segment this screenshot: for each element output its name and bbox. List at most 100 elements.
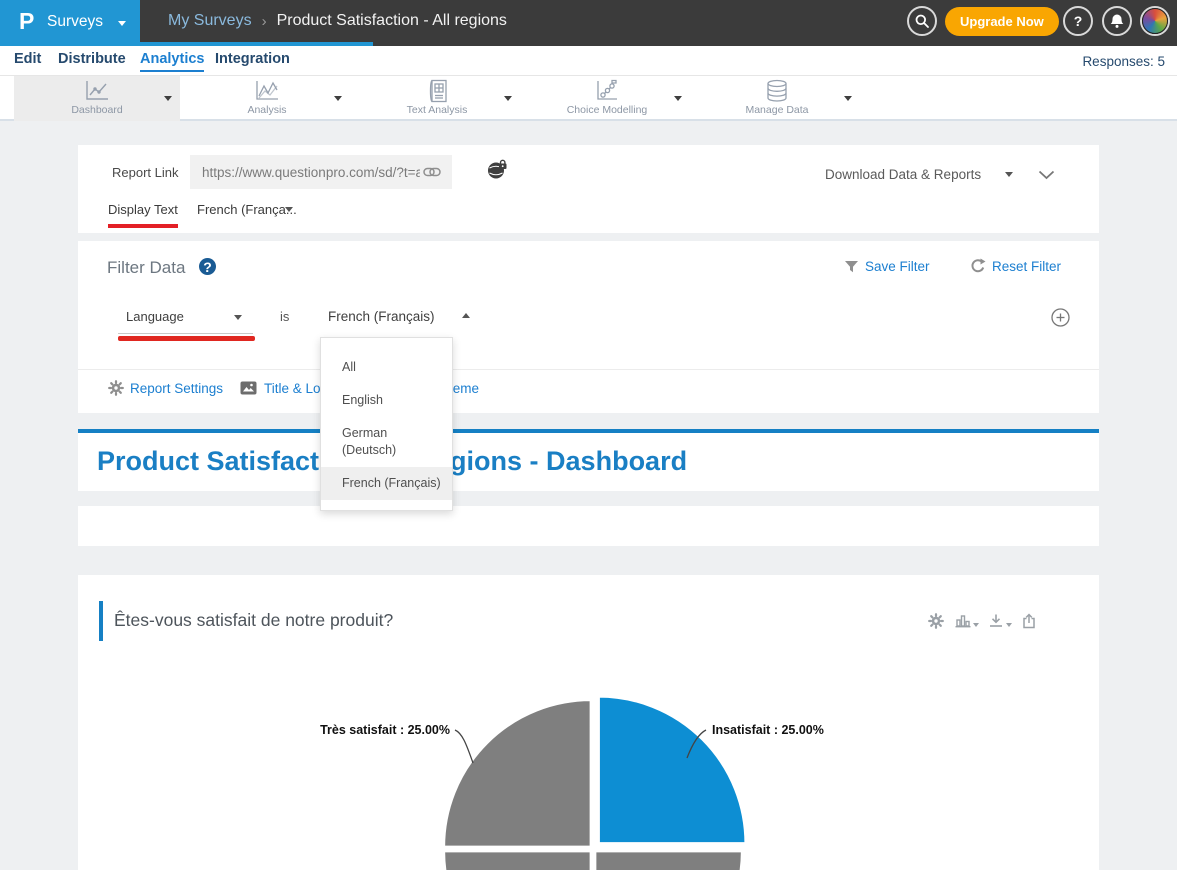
chevron-down-icon: [234, 315, 242, 320]
responses-count[interactable]: Responses: 5: [1082, 54, 1165, 69]
breadcrumb-separator: ›: [262, 13, 267, 30]
filter-data-card: Filter Data ? Save Filter Reset Filter L…: [78, 241, 1099, 413]
filter-value-select[interactable]: French (Français): [328, 309, 435, 324]
share-icon: [1021, 613, 1037, 629]
chart-actions: [928, 613, 1037, 629]
pie-chart: [358, 685, 838, 870]
chevron-up-icon: [462, 313, 470, 318]
account-menu[interactable]: [1140, 6, 1170, 36]
chevron-down-icon: [844, 96, 852, 101]
chart-share-button[interactable]: [1021, 613, 1037, 629]
save-filter-button[interactable]: Save Filter: [865, 259, 930, 274]
chart-settings-button[interactable]: [928, 613, 946, 629]
toolbar-dashboard[interactable]: Dashboard: [14, 76, 180, 121]
toolbar-text-analysis[interactable]: Text Analysis: [354, 76, 520, 121]
empty-card: [78, 506, 1099, 546]
pie-data-label: Insatisfait : 25.00%: [712, 723, 824, 737]
image-icon: [240, 380, 257, 401]
breadcrumb: My Surveys › Product Satisfaction - All …: [168, 0, 507, 42]
chevron-down-icon: [334, 96, 342, 101]
product-switcher[interactable]: P Surveys: [0, 0, 140, 46]
upgrade-now-button[interactable]: Upgrade Now: [945, 7, 1059, 36]
topbar: P Surveys My Surveys › Product Satisfact…: [0, 0, 1177, 46]
choice-modelling-icon: [524, 79, 690, 103]
globe-lock-icon[interactable]: [486, 159, 509, 185]
database-icon: [694, 79, 860, 103]
collapse-panel-button[interactable]: [1038, 167, 1055, 185]
reset-icon: [970, 258, 986, 279]
pie-slice: [444, 851, 591, 870]
text-analysis-icon: [354, 79, 520, 103]
chart-download-button[interactable]: [988, 613, 1012, 628]
question-title: Êtes-vous satisfait de notre produit?: [114, 610, 393, 631]
breadcrumb-current: Product Satisfaction - All regions: [277, 12, 507, 30]
dropdown-option-all[interactable]: All: [321, 351, 452, 384]
tab-distribute[interactable]: Distribute: [58, 51, 126, 70]
analytics-toolbar: Dashboard Analysis Text Analysis: [0, 76, 1177, 121]
search-icon: [914, 13, 930, 29]
toolbar-choice-modelling[interactable]: Choice Modelling: [524, 76, 690, 121]
chevron-down-icon: [504, 96, 512, 101]
download-data-reports-menu[interactable]: Download Data & Reports: [825, 167, 981, 182]
pie-data-label: Très satisfait : 25.00%: [250, 723, 450, 737]
leader-line: [455, 730, 473, 763]
display-language-select[interactable]: French (França...: [197, 202, 297, 217]
gear-icon: [108, 380, 124, 401]
chevron-down-icon: [1006, 623, 1012, 627]
tab-analytics[interactable]: Analytics: [140, 51, 204, 72]
dropdown-option-german[interactable]: German (Deutsch): [321, 417, 452, 467]
report-settings-link[interactable]: Report Settings: [130, 381, 223, 396]
language-dropdown: All English German (Deutsch) French (Fra…: [320, 337, 453, 511]
question-chart-card: Êtes-vous satisfait de notre produit?: [78, 575, 1099, 870]
reset-filter-button[interactable]: Reset Filter: [992, 259, 1061, 274]
search-button[interactable]: [907, 6, 937, 36]
help-icon: ?: [203, 259, 212, 275]
filter-data-heading: Filter Data: [107, 258, 185, 278]
report-link-input[interactable]: [190, 155, 452, 189]
analysis-chart-icon: [184, 79, 350, 103]
chart-type-button[interactable]: [955, 613, 979, 628]
report-link-label: Report Link: [112, 165, 178, 180]
help-icon: ?: [1074, 13, 1083, 29]
filter-operator: is: [280, 309, 289, 324]
add-filter-button[interactable]: [1051, 308, 1070, 332]
bar-chart-icon: [955, 613, 971, 628]
dashboard-title-card: Product Satisfaction - All regions - Das…: [78, 429, 1099, 491]
chevron-down-icon: [285, 207, 293, 212]
questionpro-logo: P: [19, 8, 34, 35]
field-underline: [118, 333, 253, 334]
chevron-down-icon: [118, 21, 126, 26]
tab-edit[interactable]: Edit: [14, 51, 41, 70]
question-accent-bar: [99, 601, 103, 641]
filter-help-button[interactable]: ?: [199, 258, 216, 275]
chevron-down-icon: [973, 623, 979, 627]
filter-field-select[interactable]: Language: [126, 309, 184, 324]
dropdown-option-french[interactable]: French (Français): [321, 467, 452, 500]
chevron-down-icon: [164, 96, 172, 101]
breadcrumb-my-surveys[interactable]: My Surveys: [168, 12, 252, 30]
field-active-underline: [118, 336, 255, 341]
download-icon: [988, 613, 1004, 628]
notifications-button[interactable]: [1102, 6, 1132, 36]
tab-integration[interactable]: Integration: [215, 51, 290, 70]
funnel-icon: [844, 260, 859, 279]
dashboard-chart-icon: [14, 79, 180, 103]
pie-slice: [595, 851, 742, 870]
pie-slice: [444, 700, 591, 847]
display-text-tab[interactable]: Display Text: [108, 202, 178, 217]
product-name: Surveys: [47, 13, 103, 31]
link-icon[interactable]: [423, 164, 441, 185]
topbar-blue-strip: [140, 42, 373, 46]
toolbar-analysis[interactable]: Analysis: [184, 76, 350, 121]
avatar: [1142, 8, 1168, 34]
report-link-card: Report Link Download Data & Reports Disp…: [78, 145, 1099, 233]
dropdown-option-english[interactable]: English: [321, 384, 452, 417]
chevron-down-icon: [674, 96, 682, 101]
chevron-down-icon: [1005, 172, 1013, 177]
divider: [78, 369, 1099, 370]
display-text-active-underline: [108, 224, 178, 228]
toolbar-manage-data[interactable]: Manage Data: [694, 76, 860, 121]
pie-slice: [599, 696, 746, 843]
bell-icon: [1109, 13, 1125, 29]
help-button[interactable]: ?: [1063, 6, 1093, 36]
